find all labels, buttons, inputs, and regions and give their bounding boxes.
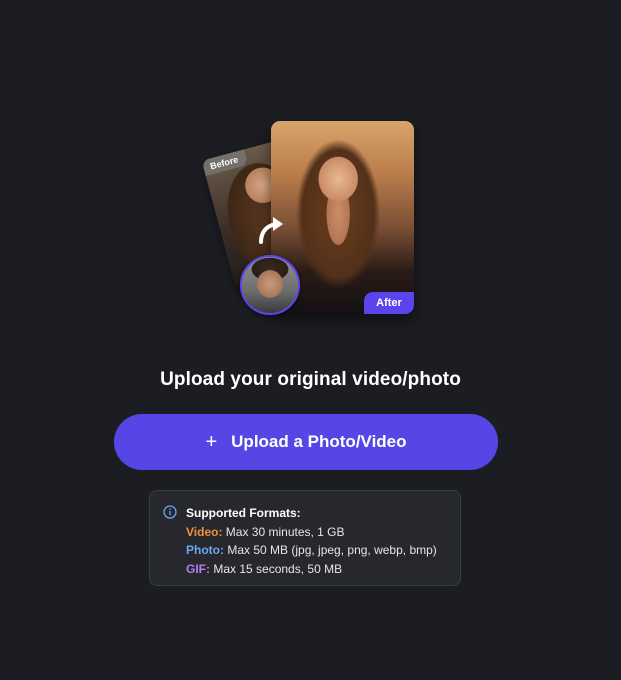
curved-arrow-icon <box>259 217 283 244</box>
upload-button-label: Upload a Photo/Video <box>231 432 407 451</box>
format-key: Photo: <box>186 543 224 557</box>
formats-list: Supported Formats: Video: Max 30 minutes… <box>186 504 437 578</box>
supported-formats-box: Supported Formats: Video: Max 30 minutes… <box>149 490 461 586</box>
format-gif: GIF: Max 15 seconds, 50 MB <box>186 560 437 579</box>
plus-icon: + <box>205 431 218 453</box>
format-photo: Photo: Max 50 MB (jpg, jpeg, png, webp, … <box>186 541 437 560</box>
upload-button[interactable]: + Upload a Photo/Video <box>114 414 498 470</box>
after-label: After <box>364 292 414 314</box>
format-key: Video: <box>186 524 223 539</box>
page-title: Upload your original video/photo <box>160 369 461 390</box>
format-key: GIF: <box>186 561 210 576</box>
info-icon <box>163 505 177 519</box>
format-value: Max 50 MB (jpg, jpeg, png, webp, bmp) <box>227 543 437 557</box>
format-value: Max 15 seconds, 50 MB <box>213 561 343 576</box>
face-avatar <box>240 255 300 315</box>
formats-title: Supported Formats: <box>186 506 301 520</box>
before-after-illustration: Before After <box>195 118 420 318</box>
format-video: Video: Max 30 minutes, 1 GB <box>186 523 437 542</box>
before-label: Before <box>201 149 248 177</box>
format-value: Max 30 minutes, 1 GB <box>225 524 345 539</box>
upload-page: Before After Upload your original video/… <box>0 0 621 680</box>
